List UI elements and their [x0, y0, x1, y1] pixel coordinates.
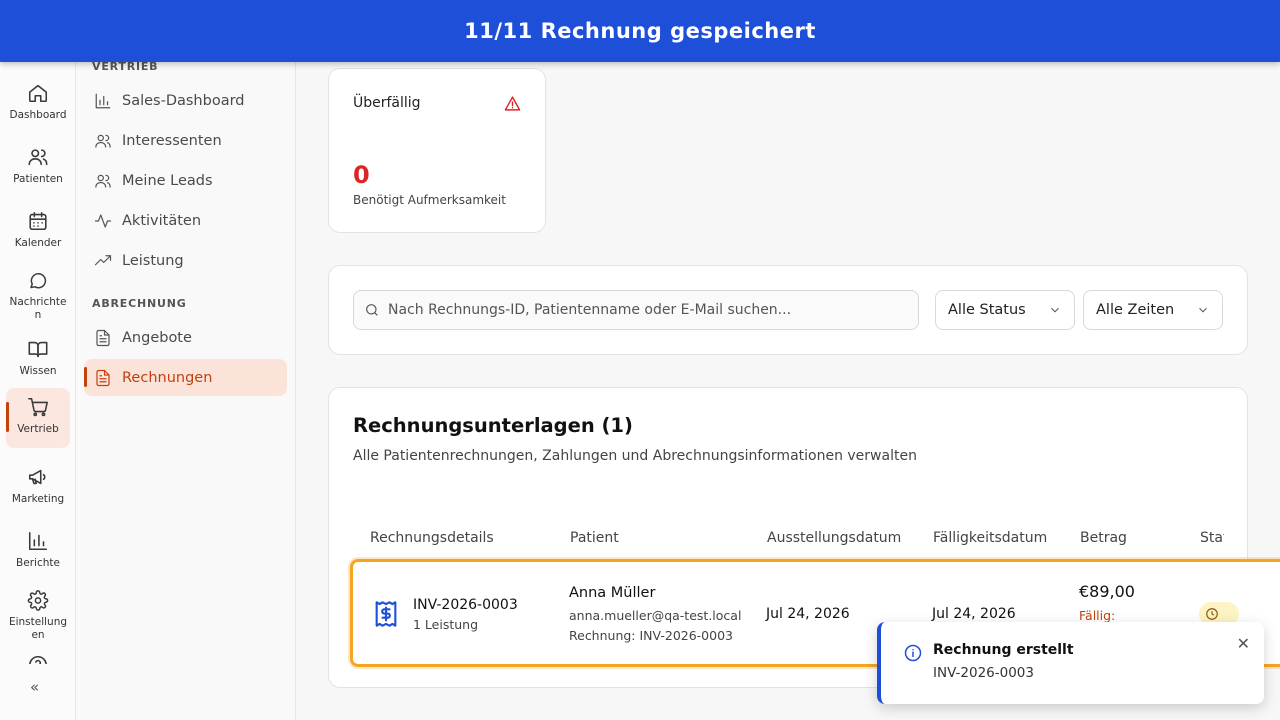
nav-item-meine-leads[interactable]: Meine Leads [84, 163, 287, 199]
bar-chart-icon [95, 93, 111, 109]
column-header-due-date[interactable]: Fälligkeitsdatum [933, 530, 1047, 546]
chevron-down-icon [1051, 307, 1059, 313]
nav-item-interessenten[interactable]: Interessenten [84, 123, 287, 159]
search-input[interactable]: Nach Rechnungs-ID, Patientenname oder E-… [353, 290, 919, 330]
patient-invoice-ref: Rechnung: INV-2026-0003 [569, 628, 733, 643]
toast-title: Rechnung erstellt [933, 642, 1074, 658]
rail-item-kalender[interactable]: Kalender [6, 202, 70, 262]
rail-item-wissen[interactable]: Wissen [6, 330, 70, 390]
invoice-list-title: Rechnungsunterlagen (1) [353, 414, 633, 437]
stat-title: Überfällig [353, 95, 421, 111]
stat-value: 0 [353, 161, 370, 189]
nav-item-angebote[interactable]: Angebote [84, 320, 287, 356]
rail-item-dashboard[interactable]: Dashboard [6, 74, 70, 134]
icon-rail: Dashboard Patienten Kalender Nachrichten… [0, 62, 76, 720]
patient-email: anna.mueller@qa-test.local [569, 608, 742, 623]
users-icon [28, 149, 48, 166]
trending-up-icon [94, 255, 112, 266]
column-header-amount[interactable]: Betrag [1080, 530, 1127, 546]
amount-due-note: Fällig: [1079, 608, 1116, 623]
users-icon [95, 174, 111, 188]
nav-item-leistung[interactable]: Leistung [84, 243, 287, 279]
chevron-down-icon [1199, 307, 1207, 313]
time-filter-select[interactable]: Alle Zeiten [1083, 290, 1223, 330]
calendar-icon [29, 211, 47, 231]
nav-item-sales-dashboard[interactable]: Sales-Dashboard [84, 83, 287, 119]
search-icon [366, 304, 378, 316]
help-icon[interactable] [27, 654, 49, 664]
nav-item-aktivitaeten[interactable]: Aktivitäten [84, 203, 287, 239]
cart-icon [28, 397, 48, 417]
chat-icon [30, 272, 47, 289]
column-header-issue-date[interactable]: Ausstellungsdatum [767, 530, 901, 546]
rail-item-nachrichten[interactable]: Nachrichten [6, 262, 70, 322]
book-icon [28, 341, 48, 358]
column-header-patient[interactable]: Patient [570, 530, 619, 546]
gear-icon [27, 590, 49, 611]
invoice-amount: €89,00 [1079, 582, 1135, 601]
column-header-status[interactable]: Stat [1200, 530, 1224, 546]
invoice-list-subtitle: Alle Patientenrechnungen, Zahlungen und … [353, 448, 917, 464]
filter-card: Nach Rechnungs-ID, Patientenname oder E-… [328, 265, 1248, 355]
info-icon [903, 643, 923, 667]
toast-notification: Rechnung erstellt INV-2026-0003 ✕ [877, 622, 1264, 704]
rail-item-berichte[interactable]: Berichte [6, 522, 70, 582]
home-icon [28, 84, 48, 103]
toast-body: INV-2026-0003 [933, 665, 1034, 681]
close-icon[interactable]: ✕ [1237, 634, 1250, 653]
invoice-items-count: 1 Leistung [413, 617, 479, 632]
patient-name[interactable]: Anna Müller [569, 585, 655, 601]
rail-item-einstellungen[interactable]: Einstellungen [6, 582, 70, 642]
clock-icon [1206, 608, 1218, 620]
status-filter-select[interactable]: Alle Status [935, 290, 1075, 330]
section-title-abrechnung: ABRECHNUNG [92, 297, 187, 310]
collapse-sidebar-button[interactable]: « [30, 678, 39, 696]
sub-navigation: VERTRIEB Sales-Dashboard Interessenten M… [76, 60, 296, 720]
invoice-receipt-icon [372, 598, 400, 634]
bar-chart-icon [28, 531, 48, 551]
nav-item-rechnungen[interactable]: Rechnungen [84, 359, 287, 396]
stat-subtitle: Benötigt Aufmerksamkeit [353, 193, 506, 207]
due-date: Jul 24, 2026 [932, 606, 1016, 622]
overdue-stat-card: Überfällig 0 Benötigt Aufmerksamkeit [328, 68, 546, 233]
search-placeholder: Nach Rechnungs-ID, Patientenname oder E-… [388, 302, 792, 318]
document-icon [96, 369, 110, 386]
activity-icon [94, 214, 112, 228]
rail-item-patienten[interactable]: Patienten [6, 138, 70, 198]
megaphone-icon [28, 469, 46, 485]
column-header-details[interactable]: Rechnungsdetails [370, 530, 494, 546]
issue-date: Jul 24, 2026 [766, 606, 850, 622]
rail-item-marketing[interactable]: Marketing [6, 458, 70, 518]
save-status-banner: 11/11 Rechnung gespeichert [0, 0, 1280, 62]
document-icon [96, 329, 110, 347]
rail-item-vertrieb[interactable]: Vertrieb [6, 388, 70, 448]
invoice-id[interactable]: INV-2026-0003 [413, 597, 518, 613]
users-icon [95, 134, 111, 148]
warning-triangle-icon [504, 95, 521, 116]
banner-text: 11/11 Rechnung gespeichert [464, 19, 816, 43]
